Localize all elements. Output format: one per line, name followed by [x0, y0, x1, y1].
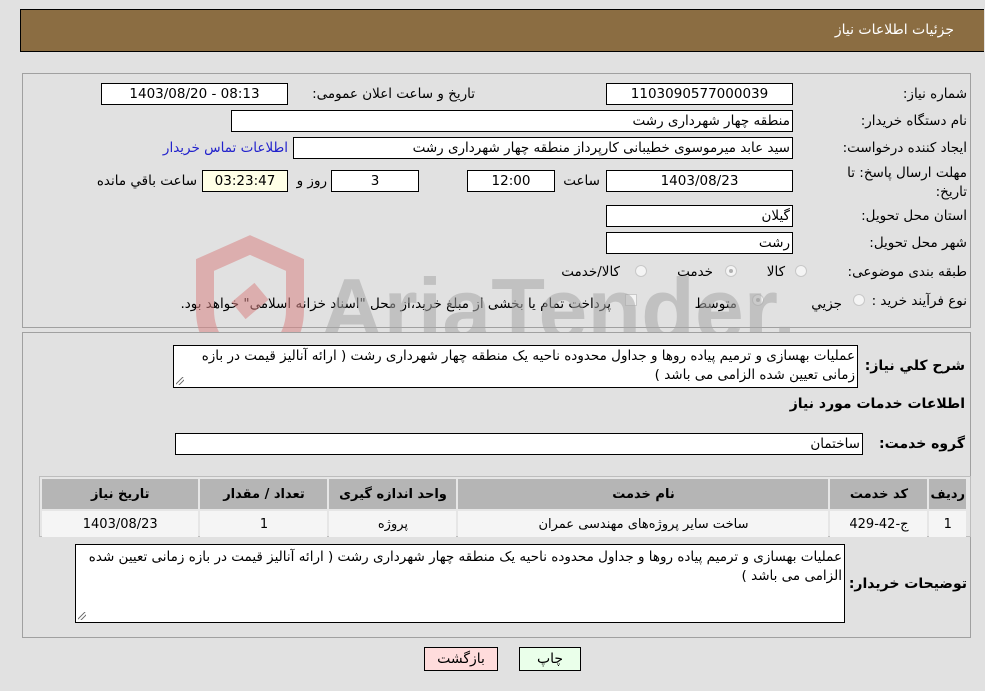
need-number-label: شماره نیاز: — [902, 86, 967, 102]
category-option-service: خدمت — [677, 264, 713, 280]
province-label: استان محل تحویل: — [861, 208, 967, 224]
remaining-time-field: 03:23:47 — [202, 170, 288, 192]
table-row: 1 ج-42-429 ساخت سایر پروژه‌های مهندسی عم… — [42, 511, 966, 537]
col-unit: واحد اندازه گیری — [329, 479, 457, 509]
services-table-container: ردیف کد خدمت نام خدمت واحد اندازه گیری ت… — [39, 476, 971, 537]
announce-datetime-label: تاریخ و ساعت اعلان عمومی: — [312, 86, 475, 102]
announce-datetime-field[interactable]: 1403/08/20 - 08:13 — [101, 83, 288, 105]
description-textarea[interactable]: عملیات بهسازی و ترمیم پیاده روها و جداول… — [173, 345, 858, 388]
col-service-name: نام خدمت — [458, 479, 829, 509]
table-header-row: ردیف کد خدمت نام خدمت واحد اندازه گیری ت… — [42, 479, 966, 509]
services-table: ردیف کد خدمت نام خدمت واحد اندازه گیری ت… — [40, 477, 968, 539]
back-button[interactable]: بازگشت — [424, 647, 498, 671]
remaining-days-label: روز و — [296, 173, 327, 189]
city-label: شهر محل تحویل: — [869, 235, 967, 251]
resize-grip-icon[interactable] — [176, 377, 184, 385]
treasury-checkbox[interactable] — [625, 294, 637, 306]
category-option-goods-service: کالا/خدمت — [561, 264, 620, 280]
service-group-label: گروه خدمت: — [879, 436, 965, 452]
buyer-contact-link[interactable]: اطلاعات تماس خریدار — [163, 140, 288, 156]
buyer-org-field[interactable]: منطقه چهار شهرداری رشت — [231, 110, 793, 132]
page-title: جزئیات اطلاعات نیاز — [834, 22, 954, 38]
col-row-number: ردیف — [929, 479, 966, 509]
buyer-notes-textarea[interactable]: عملیات بهسازی و ترمیم پیاده روها و جداول… — [75, 544, 845, 623]
cell-row-number: 1 — [929, 511, 966, 537]
description-text: عملیات بهسازی و ترمیم پیاده روها و جداول… — [201, 348, 855, 383]
category-radio-service[interactable] — [725, 265, 737, 277]
col-service-code: کد خدمت — [830, 479, 928, 509]
category-option-goods: کالا — [766, 264, 785, 280]
purchase-type-label: نوع فرآیند خرید : — [871, 293, 967, 309]
resize-grip-icon[interactable] — [78, 612, 86, 620]
purchase-type-option-minor: جزیي — [811, 296, 842, 312]
category-radio-goods-service[interactable] — [635, 265, 647, 277]
requester-label: ایجاد کننده درخواست: — [842, 140, 967, 156]
city-field[interactable]: رشت — [606, 232, 793, 254]
need-number-field[interactable]: 1103090577000039 — [606, 83, 793, 105]
cell-quantity: 1 — [200, 511, 328, 537]
service-group-field[interactable]: ساختمان — [175, 433, 863, 455]
deadline-date-field[interactable]: 1403/08/23 — [606, 170, 793, 192]
col-need-date: تاریخ نیاز — [42, 479, 199, 509]
services-section-title: اطلاعات خدمات مورد نیاز — [789, 396, 965, 412]
buyer-notes-text: عملیات بهسازی و ترمیم پیاده روها و جداول… — [88, 549, 842, 584]
remaining-days-field[interactable]: 3 — [331, 170, 419, 192]
buyer-notes-label: توضیحات خریدار: — [848, 576, 967, 592]
buyer-org-label: نام دستگاه خریدار: — [860, 113, 967, 129]
cell-service-code: ج-42-429 — [830, 511, 928, 537]
deadline-label: مهلت ارسال پاسخ: تا تاریخ: — [847, 165, 967, 200]
category-label: طبقه بندی موضوعی: — [847, 264, 967, 280]
remaining-time-label: ساعت باقي مانده — [96, 173, 197, 189]
treasury-note: پرداخت تمام یا بخشی از مبلغ خرید،از محل … — [180, 296, 611, 312]
requester-field[interactable]: سید عابد میرموسوی خطیبانی کارپرداز منطقه… — [293, 137, 793, 159]
cell-unit: پروژه — [329, 511, 457, 537]
page-header: جزئیات اطلاعات نیاز — [20, 9, 984, 52]
province-field[interactable]: گیلان — [606, 205, 793, 227]
category-radio-goods[interactable] — [795, 265, 807, 277]
deadline-time-label: ساعت — [563, 173, 600, 189]
purchase-type-radio-minor[interactable] — [853, 294, 865, 306]
purchase-type-option-medium: متوسط — [694, 296, 737, 312]
deadline-time-field[interactable]: 12:00 — [467, 170, 555, 192]
cell-need-date: 1403/08/23 — [42, 511, 199, 537]
description-label: شرح کلي نیاز: — [864, 358, 965, 374]
purchase-type-radio-medium[interactable] — [752, 294, 764, 306]
cell-service-name: ساخت سایر پروژه‌های مهندسی عمران — [458, 511, 829, 537]
col-quantity: تعداد / مقدار — [200, 479, 328, 509]
print-button[interactable]: چاپ — [519, 647, 581, 671]
